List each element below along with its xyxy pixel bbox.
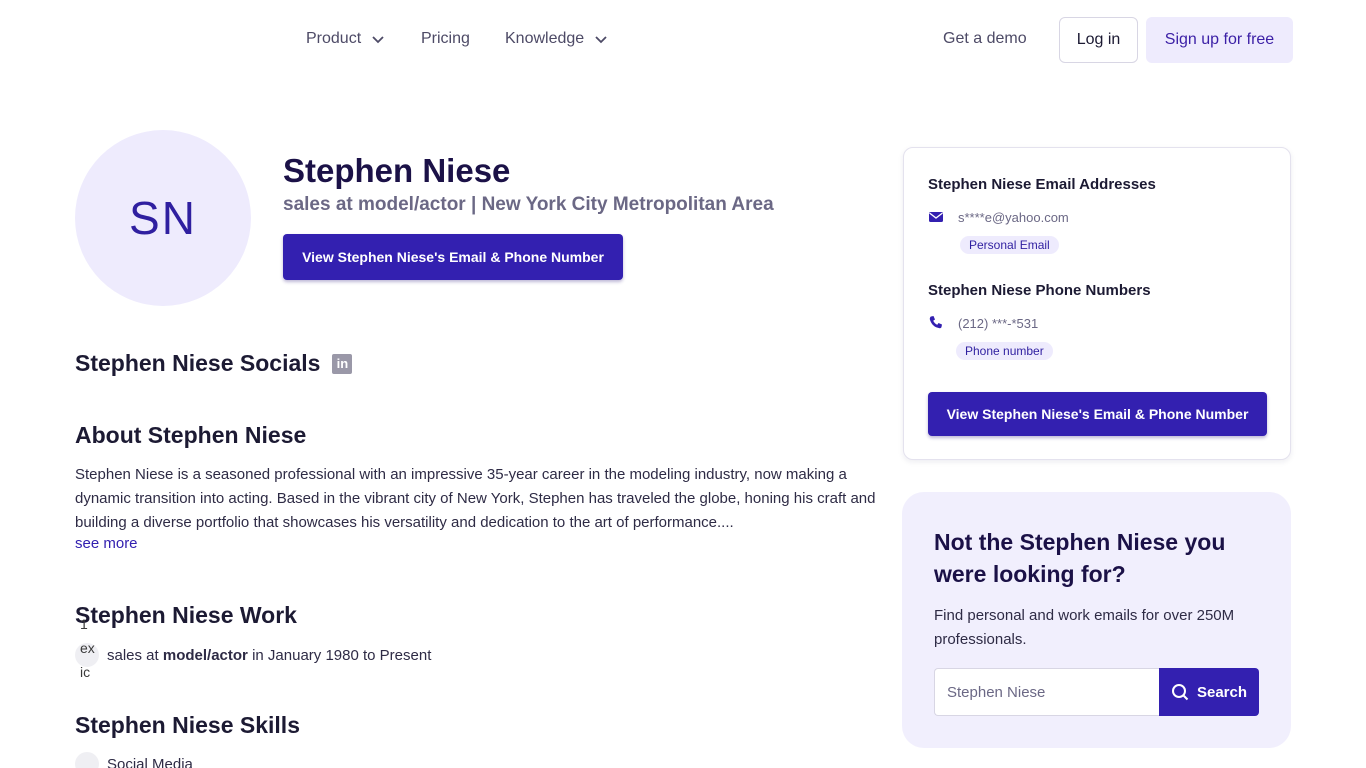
email-row: s****e@yahoo.com xyxy=(928,209,1069,225)
card-view-contact-button[interactable]: View Stephen Niese's Email & Phone Numbe… xyxy=(928,392,1267,436)
broken-image-alt: 1 ex ic xyxy=(80,616,95,680)
nav-product[interactable]: Product xyxy=(306,30,385,48)
phone-section-title: Stephen Niese Phone Numbers xyxy=(928,282,1151,299)
nav-product-label: Product xyxy=(306,30,362,47)
chevron-down-icon xyxy=(372,36,384,44)
skill-icon xyxy=(75,752,99,768)
contact-card: Stephen Niese Email Addresses s****e@yah… xyxy=(903,147,1291,460)
skill-label: Social Media xyxy=(107,755,193,768)
email-value: s****e@yahoo.com xyxy=(958,209,1069,225)
top-nav: Product Pricing Knowledge Get a demo Log… xyxy=(0,0,1366,80)
chevron-down-icon xyxy=(595,36,607,44)
avatar: SN xyxy=(75,130,251,306)
work-company: model/actor xyxy=(162,646,248,664)
socials-heading: Stephen Niese Socials in xyxy=(75,350,353,377)
email-section-title: Stephen Niese Email Addresses xyxy=(928,176,1156,193)
nav-knowledge-label: Knowledge xyxy=(505,30,585,47)
socials-title: Stephen Niese Socials xyxy=(75,350,321,376)
mail-icon xyxy=(929,212,943,222)
skill-item: Social Media xyxy=(75,752,193,768)
login-button[interactable]: Log in xyxy=(1059,17,1138,63)
get-demo-link[interactable]: Get a demo xyxy=(943,30,1027,48)
nav-knowledge[interactable]: Knowledge xyxy=(505,30,608,48)
search-input[interactable]: Stephen Niese xyxy=(934,668,1160,716)
profile-name: Stephen Niese xyxy=(283,152,511,189)
profile-subtitle: sales at model/actor | New York City Met… xyxy=(283,194,774,215)
about-heading: About Stephen Niese xyxy=(75,422,307,448)
nav-pricing-label: Pricing xyxy=(421,30,470,47)
work-period: in January 1980 to Present xyxy=(247,646,432,664)
work-entry-text: sales at model/actor in January 1980 to … xyxy=(107,647,431,664)
see-more-link[interactable]: see more xyxy=(75,535,138,552)
work-heading: Stephen Niese Work xyxy=(75,602,297,628)
search-icon xyxy=(1171,684,1189,701)
skills-heading: Stephen Niese Skills xyxy=(75,712,300,738)
signup-button[interactable]: Sign up for free xyxy=(1146,17,1293,63)
email-badge: Personal Email xyxy=(960,236,1059,254)
phone-icon xyxy=(929,316,942,329)
linkedin-icon[interactable]: in xyxy=(332,353,353,374)
search-button-label: Search xyxy=(1196,683,1248,701)
search-panel: Not the Stephen Niese you were looking f… xyxy=(902,492,1291,748)
work-entry: sales at model/actor in January 1980 to … xyxy=(75,643,431,667)
phone-row: (212) ***-*531 xyxy=(928,315,1038,331)
phone-value: (212) ***-*531 xyxy=(958,315,1039,331)
search-button[interactable]: Search xyxy=(1159,668,1259,716)
view-contact-button[interactable]: View Stephen Niese's Email & Phone Numbe… xyxy=(283,234,623,280)
phone-badge: Phone number xyxy=(956,342,1053,360)
work-role: sales at xyxy=(107,646,163,664)
search-panel-text: Find personal and work emails for over 2… xyxy=(934,607,1235,648)
search-panel-title: Not the Stephen Niese you were looking f… xyxy=(934,529,1226,587)
about-text: Stephen Niese is a seasoned professional… xyxy=(75,466,876,531)
nav-pricing[interactable]: Pricing xyxy=(421,30,470,48)
